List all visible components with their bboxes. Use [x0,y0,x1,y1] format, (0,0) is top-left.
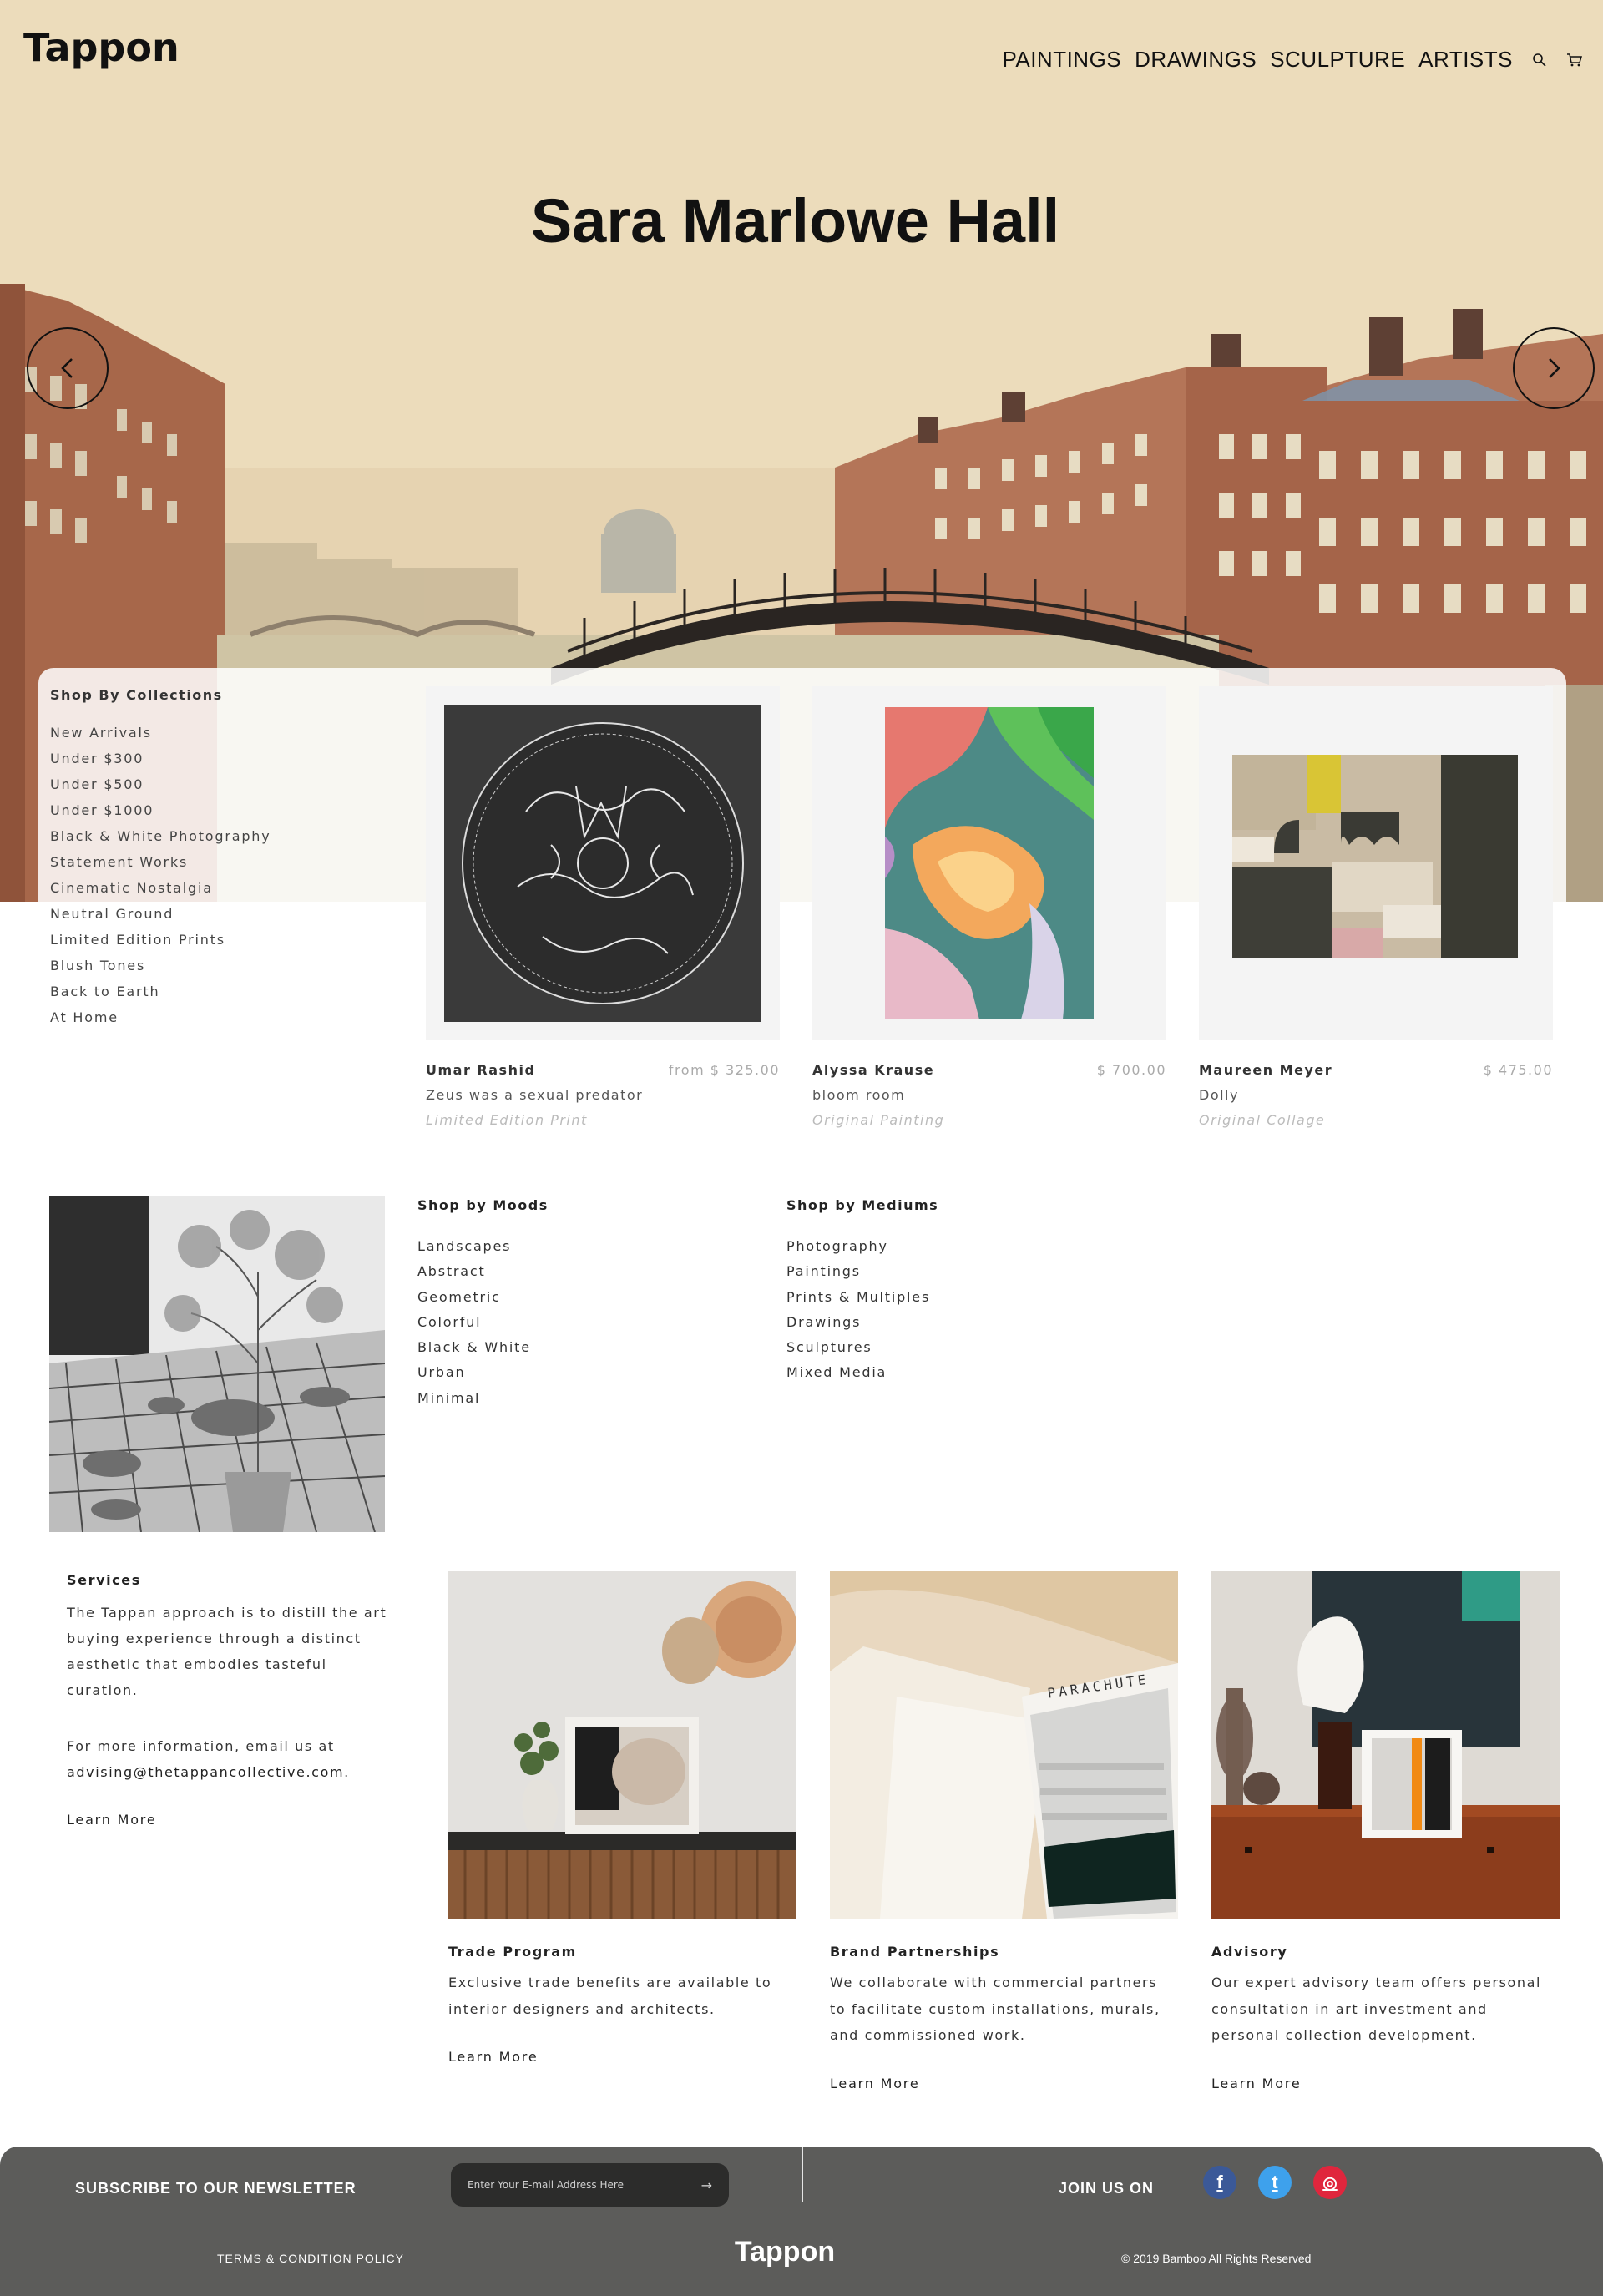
medium-item[interactable]: Photography [786,1238,938,1263]
mood-item[interactable]: Geometric [417,1289,549,1314]
trade-program-title: Trade Program [448,1944,577,1960]
facebook-icon[interactable]: f [1203,2166,1236,2199]
mood-item[interactable]: Black & White [417,1339,549,1364]
medium-item[interactable]: Prints & Multiples [786,1289,938,1314]
footer-divider [802,2147,803,2202]
arrow-right-icon[interactable]: → [701,2177,712,2193]
twitter-icon[interactable]: t [1258,2166,1292,2199]
nav-drawings[interactable]: DRAWINGS [1135,47,1257,73]
collections-heading: Shop By Collections [50,687,223,703]
carousel-next-button[interactable] [1513,327,1595,409]
mediums-heading: Shop by Mediums [786,1197,939,1213]
collection-item[interactable]: Under $300 [50,751,271,776]
carousel-prev-button[interactable] [27,327,109,409]
product-card[interactable]: Alyssa Krause $ 700.00 bloom room Origin… [812,686,1166,1137]
product-title[interactable]: bloom room [812,1087,905,1103]
nav-paintings[interactable]: PAINTINGS [1002,47,1121,73]
newsletter-email-input[interactable] [468,2179,676,2191]
collection-item[interactable]: Blush Tones [50,958,271,984]
product-type: Original Painting [812,1112,945,1128]
moods-heading: Shop by Moods [417,1197,549,1213]
site-logo[interactable]: Tappon [23,25,180,70]
product-image[interactable] [426,686,780,1040]
medium-item[interactable]: Sculptures [786,1339,938,1364]
product-price: $ 700.00 [1096,1062,1166,1078]
services-section: Services The Tappan approach is to disti… [67,1572,401,1828]
collection-item[interactable]: Limited Edition Prints [50,932,271,958]
collection-item[interactable]: Back to Earth [50,984,271,1009]
main-nav: PAINTINGS DRAWINGS SCULPTURE ARTISTS [1002,47,1583,73]
service-card-advisory: Advisory Our expert advisory team offers… [1211,1571,1560,2091]
newsletter-form: → [451,2163,729,2207]
product-image[interactable] [812,686,1166,1040]
collection-item[interactable]: Statement Works [50,854,271,880]
advisory-image[interactable] [1211,1571,1560,1919]
services-contact-period: . [344,1764,350,1780]
collection-item[interactable]: Cinematic Nostalgia [50,880,271,906]
featured-drawing-image[interactable] [49,1196,385,1532]
instagram-icon[interactable]: ◎ [1313,2166,1347,2199]
product-title[interactable]: Dolly [1199,1087,1239,1103]
medium-item[interactable]: Drawings [786,1314,938,1339]
chevron-right-icon [1549,358,1560,378]
advisory-body: Our expert advisory team offers personal… [1211,1975,1542,2043]
brand-partnerships-body: We collaborate with commercial partners … [830,1975,1161,2043]
product-image[interactable] [1199,686,1553,1040]
services-contact-text: For more information, email us at [67,1738,335,1754]
collection-item[interactable]: Under $500 [50,776,271,802]
trade-program-image[interactable] [448,1571,796,1919]
service-card-trade: Trade Program Exclusive trade benefits a… [448,1571,796,2065]
product-price: $ 475.00 [1483,1062,1553,1078]
collection-item[interactable]: Black & White Photography [50,828,271,854]
nav-artists[interactable]: ARTISTS [1418,47,1513,73]
services-email-link[interactable]: advising@thetappancollective.com [67,1764,344,1780]
brand-partnerships-title: Brand Partnerships [830,1944,1000,1960]
product-price: from $ 325.00 [668,1062,780,1078]
brand-partnerships-image[interactable]: PARACHUTE [830,1571,1178,1919]
mood-item[interactable]: Colorful [417,1314,549,1339]
medium-item[interactable]: Mixed Media [786,1364,938,1389]
hero-title: Sara Marlowe Hall [530,186,1060,255]
services-contact: For more information, email us at advisi… [67,1733,401,1785]
site-footer: SUBSCRIBE TO OUR NEWSLETTER → JOIN US ON… [0,2147,1603,2296]
product-artist[interactable]: Maureen Meyer [1199,1062,1332,1078]
mood-item[interactable]: Landscapes [417,1238,549,1263]
search-icon[interactable] [1531,52,1548,68]
services-body: The Tappan approach is to distill the ar… [67,1605,387,1698]
service-card-brand: PARACHUTE Brand Partnerships We collabor… [830,1571,1178,2091]
chevron-left-icon [61,358,73,378]
join-us-label: JOIN US ON [1059,2180,1155,2197]
brand-partnerships-learn-more[interactable]: Learn More [830,2076,919,2091]
product-artist[interactable]: Alyssa Krause [812,1062,934,1078]
product-title[interactable]: Zeus was a sexual predator [426,1087,643,1103]
advisory-title: Advisory [1211,1944,1288,1960]
mood-item[interactable]: Urban [417,1364,549,1389]
collection-item[interactable]: Neutral Ground [50,906,271,932]
product-artist[interactable]: Umar Rashid [426,1062,535,1078]
mood-item[interactable]: Abstract [417,1263,549,1288]
advisory-learn-more[interactable]: Learn More [1211,2076,1301,2091]
medium-item[interactable]: Paintings [786,1263,938,1288]
collections-menu: Shop By Collections New Arrivals Under $… [50,687,271,1035]
trade-program-learn-more[interactable]: Learn More [448,2049,538,2065]
product-card[interactable]: Maureen Meyer $ 475.00 Dolly Original Co… [1199,686,1553,1137]
newsletter-label: SUBSCRIBE TO OUR NEWSLETTER [75,2180,357,2197]
services-heading: Services [67,1572,141,1588]
moods-menu: Shop by Moods Landscapes Abstract Geomet… [417,1197,549,1415]
collection-item[interactable]: New Arrivals [50,725,271,751]
services-learn-more-link[interactable]: Learn More [67,1812,156,1828]
product-type: Limited Edition Print [426,1112,588,1128]
product-type: Original Collage [1199,1112,1326,1128]
nav-sculpture[interactable]: SCULPTURE [1270,47,1405,73]
collection-item[interactable]: At Home [50,1009,271,1035]
collection-item[interactable]: Under $1000 [50,802,271,828]
mediums-menu: Shop by Mediums Photography Paintings Pr… [786,1197,938,1390]
footer-logo[interactable]: Tappon [0,2236,1570,2268]
mood-item[interactable]: Minimal [417,1390,549,1415]
trade-program-body: Exclusive trade benefits are available t… [448,1975,772,2017]
product-card[interactable]: Umar Rashid from $ 325.00 Zeus was a sex… [426,686,780,1137]
cart-icon[interactable] [1566,52,1583,68]
copyright-text: © 2019 Bamboo All Rights Reserved [1121,2252,1312,2265]
